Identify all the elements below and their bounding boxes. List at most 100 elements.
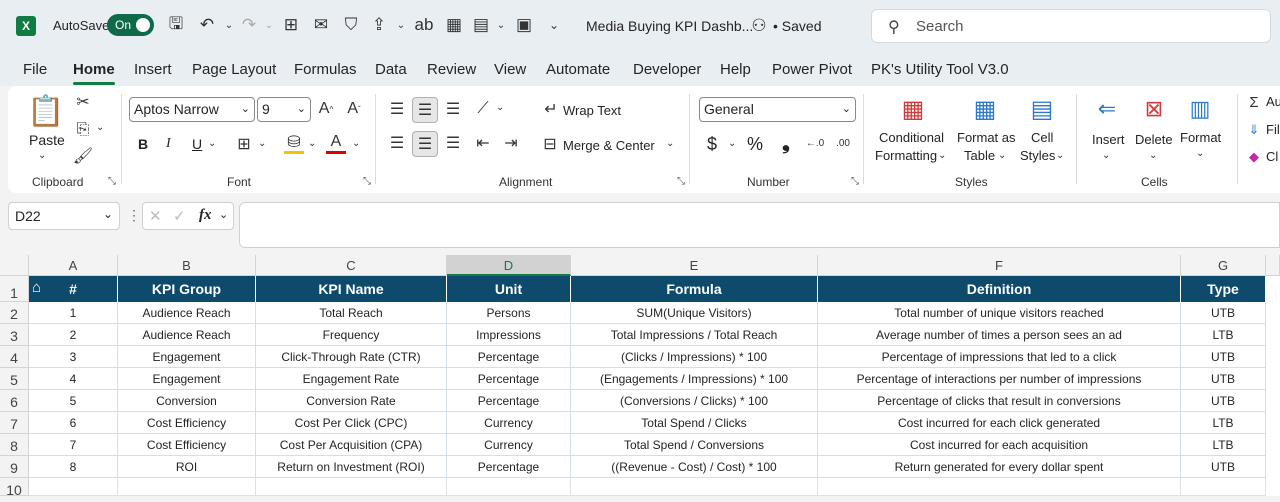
row-header-7[interactable]: 7 (0, 412, 29, 434)
conditional-formatting-label-1[interactable]: Conditional (879, 130, 944, 145)
align-bottom-icon[interactable]: ☰ (442, 98, 464, 120)
fill-button[interactable]: Fil (1266, 122, 1280, 137)
delete-dropdown-icon[interactable]: ⌄ (1149, 150, 1157, 161)
table-cell-type[interactable]: UTB (1181, 390, 1266, 412)
header-cell-kpi-name[interactable]: KPI Name (256, 276, 447, 302)
tab-automate[interactable]: Automate (546, 61, 610, 78)
table-cell-formula[interactable]: SUM(Unique Visitors) (571, 302, 818, 324)
format-as-table-dropdown-icon[interactable]: ⌄ (998, 150, 1006, 161)
copy-icon[interactable]: ⎘ (72, 120, 94, 140)
table-cell-number[interactable]: 2 (29, 324, 118, 346)
conditional-formatting-label-2[interactable]: Formatting (875, 148, 937, 163)
table-cell-kpi-group[interactable]: Engagement (118, 346, 256, 368)
table-cell-kpi-group[interactable]: Engagement (118, 368, 256, 390)
comma-style-button[interactable]: ❟ (782, 132, 790, 155)
orientation-icon[interactable]: ⟋ (472, 98, 494, 120)
tab-page-layout[interactable]: Page Layout (192, 61, 276, 78)
table-icon[interactable]: ▦ (443, 14, 465, 36)
column-header-e[interactable]: E (571, 255, 818, 276)
table-cell-number[interactable]: 7 (29, 434, 118, 456)
row-header-1[interactable]: 1 (0, 276, 29, 302)
wrap-text-icon[interactable]: ↵ (542, 99, 560, 119)
tab-power-pivot[interactable]: Power Pivot (772, 61, 852, 78)
table-cell-type[interactable]: LTB (1181, 434, 1266, 456)
table-cell-formula[interactable]: ((Revenue - Cost) / Cost) * 100 (571, 456, 818, 478)
table-cell-number[interactable]: 5 (29, 390, 118, 412)
table-cell-unit[interactable]: Percentage (447, 390, 571, 412)
currency-button[interactable]: $ (707, 134, 717, 155)
redo-dropdown-icon[interactable]: ⌄ (258, 14, 280, 36)
table-cell-kpi-name[interactable]: Engagement Rate (256, 368, 447, 390)
home-icon[interactable]: ⌂ (32, 275, 41, 301)
header-cell-kpi-group[interactable]: KPI Group (118, 276, 256, 302)
decrease-indent-icon[interactable]: ⇤ (472, 132, 494, 154)
table-cell-definition[interactable]: Average number of times a person sees an… (818, 324, 1181, 346)
filter-icon[interactable]: ⛉ (340, 14, 362, 36)
tab-data[interactable]: Data (375, 61, 407, 78)
row-header-6[interactable]: 6 (0, 390, 29, 412)
align-middle-icon[interactable]: ☰ (412, 97, 438, 123)
copy-dropdown-icon[interactable]: ⌄ (96, 122, 104, 133)
font-color-dropdown-icon[interactable]: ⌄ (352, 138, 360, 149)
autosum-button[interactable]: Au (1266, 94, 1280, 109)
clipboard-launcher-icon[interactable]: ⤡ (108, 176, 116, 187)
tab-home[interactable]: Home (73, 61, 115, 78)
empty-cell[interactable] (256, 478, 447, 496)
enter-icon[interactable]: ✓ (173, 207, 186, 225)
select-all-corner[interactable] (0, 255, 29, 276)
saved-status[interactable]: • Saved (773, 18, 822, 34)
conditional-formatting-icon[interactable]: ▦ (896, 94, 930, 124)
row-header-4[interactable]: 4 (0, 346, 29, 368)
merge-center-icon[interactable]: ⊟ (540, 134, 560, 154)
table-cell-formula[interactable]: (Conversions / Clicks) * 100 (571, 390, 818, 412)
header-cell-type[interactable]: Type (1181, 276, 1266, 302)
table-cell-type[interactable]: UTB (1181, 456, 1266, 478)
table-cell-definition[interactable]: Percentage of interactions per number of… (818, 368, 1181, 390)
font-color-icon[interactable]: A (326, 132, 346, 154)
number-format-dropdown[interactable]: General ⌄ (699, 97, 856, 122)
empty-cell[interactable] (447, 478, 571, 496)
table-cell-definition[interactable]: Total number of unique visitors reached (818, 302, 1181, 324)
font-size-dropdown[interactable]: 9 ⌄ (257, 97, 311, 122)
underline-dropdown-icon[interactable]: ⌄ (208, 138, 216, 149)
table-cell-unit[interactable]: Percentage (447, 368, 571, 390)
fill-color-icon[interactable]: ⛁ (284, 132, 304, 154)
tab-formulas[interactable]: Formulas (294, 61, 357, 78)
spelling-icon[interactable]: ab (413, 14, 435, 36)
undo-dropdown-icon[interactable]: ⌄ (218, 14, 240, 36)
table-cell-number[interactable]: 1 (29, 302, 118, 324)
cell-styles-label-1[interactable]: Cell (1031, 130, 1053, 145)
column-header-a[interactable]: A (29, 255, 118, 276)
format-as-table-label-1[interactable]: Format as (957, 130, 1016, 145)
table-cell-kpi-group[interactable]: Cost Efficiency (118, 434, 256, 456)
undo-icon[interactable]: ↶ (196, 14, 218, 36)
table-cell-kpi-name[interactable]: Total Reach (256, 302, 447, 324)
tab-review[interactable]: Review (427, 61, 476, 78)
clear-button[interactable]: Cl (1266, 149, 1278, 164)
align-right-icon[interactable]: ☰ (442, 132, 464, 154)
mail-icon[interactable]: ✉ (310, 14, 332, 36)
orientation-dropdown-icon[interactable]: ⌄ (496, 102, 504, 113)
table-cell-kpi-name[interactable]: Cost Per Click (CPC) (256, 412, 447, 434)
redo-icon[interactable]: ↷ (238, 14, 260, 36)
row-header-2[interactable]: 2 (0, 302, 29, 324)
column-header-f[interactable]: F (818, 255, 1181, 276)
table-cell-type[interactable]: LTB (1181, 412, 1266, 434)
table-cell-kpi-group[interactable]: Audience Reach (118, 302, 256, 324)
table-cell-number[interactable]: 6 (29, 412, 118, 434)
tab-pk-utility[interactable]: PK's Utility Tool V3.0 (871, 61, 1009, 78)
font-launcher-icon[interactable]: ⤡ (363, 176, 371, 187)
column-header-d[interactable]: D (447, 255, 571, 276)
table-cell-unit[interactable]: Percentage (447, 456, 571, 478)
table-cell-definition[interactable]: Cost incurred for each click generated (818, 412, 1181, 434)
table-cell-kpi-group[interactable]: ROI (118, 456, 256, 478)
cell-styles-dropdown-icon[interactable]: ⌄ (1056, 150, 1064, 161)
table-cell-formula[interactable]: (Engagements / Impressions) * 100 (571, 368, 818, 390)
fill-color-dropdown-icon[interactable]: ⌄ (308, 138, 316, 149)
table-cell-type[interactable]: UTB (1181, 302, 1266, 324)
header-cell-definition[interactable]: Definition (818, 276, 1181, 302)
column-header-b[interactable]: B (118, 255, 256, 276)
autosave-toggle[interactable]: On (107, 14, 154, 36)
empty-cell[interactable] (571, 478, 818, 496)
table-cell-kpi-group[interactable]: Audience Reach (118, 324, 256, 346)
